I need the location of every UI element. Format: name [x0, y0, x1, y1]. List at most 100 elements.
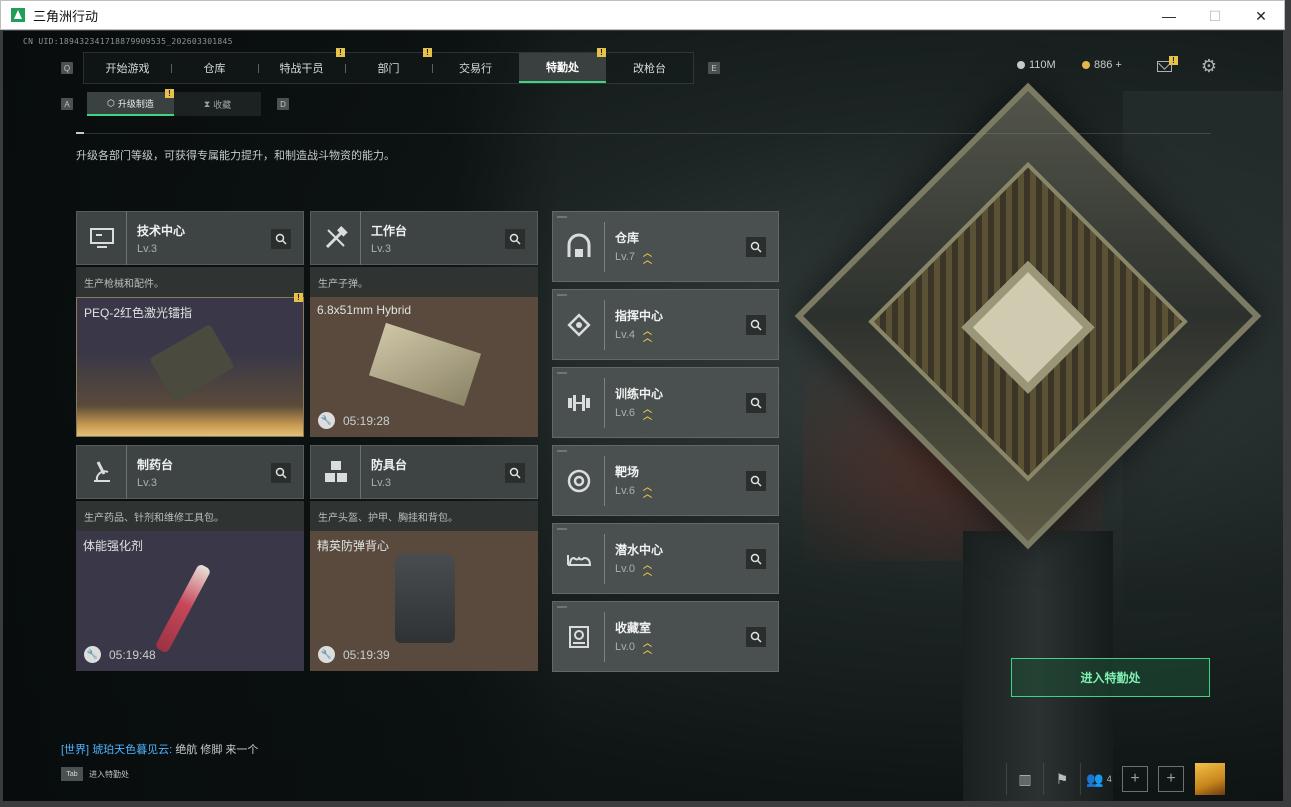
- dept-name: 潜水中心: [615, 543, 664, 557]
- dept-card-command-center[interactable]: 指挥中心 Lv.4 ︿ ︿: [552, 289, 779, 360]
- search-icon[interactable]: [505, 229, 525, 249]
- player-avatar[interactable]: [1195, 763, 1225, 795]
- wrench-icon: 🔧: [318, 412, 335, 429]
- upgrade-arrow-icon: ︿ ︿: [642, 560, 652, 577]
- dept-level: Lv.3: [371, 476, 391, 489]
- search-icon[interactable]: [271, 463, 291, 483]
- nav-next-key-hint: E: [708, 62, 720, 74]
- add-member-button[interactable]: +: [1122, 766, 1148, 792]
- tab-warehouse[interactable]: 仓库: [171, 53, 258, 83]
- dept-description: 生产枪械和配件。: [76, 267, 304, 297]
- level-value: Lv.6: [615, 407, 635, 419]
- gear-icon[interactable]: ⚙: [1200, 57, 1218, 75]
- team-icon: 👥: [1086, 770, 1104, 787]
- tab-special-ops[interactable]: 特勤处!: [519, 48, 606, 83]
- tab-market[interactable]: 交易行: [432, 53, 519, 83]
- flag-icon[interactable]: ⚑: [1043, 763, 1080, 795]
- tab-label: 仓库: [203, 63, 226, 75]
- tab-label: 交易行: [459, 63, 492, 75]
- chat-channel: [世界]: [61, 744, 90, 756]
- close-button[interactable]: ✕: [1238, 1, 1284, 31]
- upgrade-icon: ⬡: [107, 97, 115, 108]
- tab-label: 特战干员: [279, 63, 324, 75]
- search-icon[interactable]: [746, 549, 766, 569]
- dept-level: Lv.7 ︿ ︿: [615, 248, 652, 265]
- search-icon[interactable]: [746, 315, 766, 335]
- dept-description: 生产药品、针剂和维修工具包。: [76, 501, 304, 531]
- syringe-image: [154, 563, 212, 654]
- command-icon: [553, 299, 605, 350]
- production-slot[interactable]: 精英防弹背心 🔧 05:19:39: [310, 531, 538, 671]
- timer-value: 05:19:39: [343, 647, 390, 662]
- minimize-button[interactable]: —: [1146, 1, 1192, 31]
- tab-start-game[interactable]: 开始游戏: [84, 53, 171, 83]
- card-header: 技术中心 Lv.3: [76, 211, 304, 265]
- search-icon[interactable]: [746, 627, 766, 647]
- dept-level: Lv.6 ︿ ︿: [615, 405, 663, 421]
- search-icon[interactable]: [505, 463, 525, 483]
- dept-card-shooting-range[interactable]: 靶场 Lv.6 ︿ ︿: [552, 445, 779, 516]
- corner-tick: [557, 606, 567, 608]
- team-button[interactable]: 👥 4: [1080, 763, 1117, 795]
- notification-badge: !: [597, 48, 606, 57]
- dept-level: Lv.3: [137, 476, 157, 489]
- timer-value: 05:19:48: [109, 647, 156, 662]
- level-value: Lv.7: [615, 251, 635, 263]
- tab-shortcut-hint[interactable]: Tab 进入特勤处: [61, 767, 129, 781]
- tab-label: 升级制造: [117, 98, 154, 109]
- maximize-button[interactable]: ☐: [1192, 1, 1238, 31]
- upgrade-arrow-icon: ︿ ︿: [642, 248, 652, 265]
- dept-card-workbench[interactable]: 工作台 Lv.3 生产子弹。 6.8x51mm Hybrid 🔧 05:19:28: [310, 211, 538, 437]
- notification-badge: !: [294, 293, 303, 302]
- add-member-button[interactable]: +: [1158, 766, 1184, 792]
- player-uid: CN UID:18943234171887990953​5_2026033018…: [23, 37, 233, 46]
- dept-card-training-center[interactable]: 训练中心 Lv.6 ︿ ︿: [552, 367, 779, 438]
- team-count: 4: [1106, 774, 1112, 784]
- monitor-icon: [77, 211, 127, 265]
- gold-coin-icon: [1082, 61, 1090, 69]
- tab-operators[interactable]: 特战干员!: [258, 48, 345, 83]
- dept-card-tech-center[interactable]: 技术中心 Lv.3 生产枪械和配件。 ! PEQ-2红色激光镭指: [76, 211, 304, 437]
- corner-tick: [557, 450, 567, 452]
- dept-level: Lv.4 ︿ ︿: [615, 327, 663, 343]
- level-value: Lv.0: [615, 641, 635, 653]
- dept-description: 生产子弹。: [310, 267, 538, 297]
- dept-name: 防具台: [371, 457, 408, 472]
- diving-mask-icon: [553, 533, 605, 584]
- main-nav: 开始游戏 仓库 特战干员! 部门! 交易行 特勤处! 改枪台: [83, 48, 694, 84]
- production-slot[interactable]: 体能强化剂 🔧 05:19:48: [76, 531, 304, 671]
- window-title: 三角洲行动: [33, 8, 99, 24]
- enter-special-ops-button[interactable]: 进入特勤处: [1011, 658, 1210, 697]
- search-icon[interactable]: [746, 393, 766, 413]
- gold-amount: 886 +: [1094, 59, 1122, 71]
- production-slot[interactable]: ! PEQ-2红色激光镭指: [76, 293, 304, 437]
- tab-collect[interactable]: ⧗ 收藏: [174, 92, 261, 116]
- dept-card-diving-center[interactable]: 潜水中心 Lv.0 ︿ ︿: [552, 523, 779, 594]
- tab-upgrade-craft[interactable]: ⬡ 升级制造!: [87, 89, 174, 116]
- production-slot[interactable]: 6.8x51mm Hybrid 🔧 05:19:28: [310, 297, 538, 437]
- tab-key: Tab: [61, 767, 83, 781]
- level-value: Lv.4: [615, 329, 635, 341]
- chat-message[interactable]: [世界] 琥珀天色暮见云: 绝航 修脚 来一个: [61, 741, 258, 757]
- search-icon[interactable]: [271, 229, 291, 249]
- microscope-icon: [77, 445, 127, 499]
- search-icon[interactable]: [746, 237, 766, 257]
- dept-name: 靶场: [615, 465, 640, 479]
- dept-card-armor-bench[interactable]: 防具台 Lv.3 生产头盔、护甲、胸挂和背包。 精英防弹背心 🔧 05:19:39: [310, 445, 538, 671]
- gold-currency[interactable]: 886 +: [1082, 59, 1122, 71]
- dept-card-warehouse[interactable]: 仓库 Lv.7 ︿ ︿: [552, 211, 779, 282]
- dept-name: 收藏室: [615, 621, 652, 635]
- card-header: 防具台 Lv.3: [310, 445, 538, 499]
- dept-card-collection-room[interactable]: 收藏室 Lv.0 ︿ ︿: [552, 601, 779, 672]
- dept-level: Lv.3: [137, 242, 157, 255]
- dept-name: 仓库: [615, 231, 640, 245]
- section-divider: [76, 133, 1211, 134]
- dept-name: 制药台: [137, 457, 174, 472]
- search-icon[interactable]: [746, 471, 766, 491]
- dept-card-pharmacy[interactable]: 制药台 Lv.3 生产药品、针剂和维修工具包。 体能强化剂 🔧 05:19:48: [76, 445, 304, 671]
- tab-gunsmith[interactable]: 改枪台: [606, 53, 693, 83]
- silver-currency[interactable]: 110M: [1017, 59, 1056, 71]
- tab-department[interactable]: 部门!: [345, 48, 432, 83]
- title-bar: 三角洲行动 — ☐ ✕: [0, 0, 1285, 30]
- stats-icon[interactable]: ▥: [1006, 763, 1043, 795]
